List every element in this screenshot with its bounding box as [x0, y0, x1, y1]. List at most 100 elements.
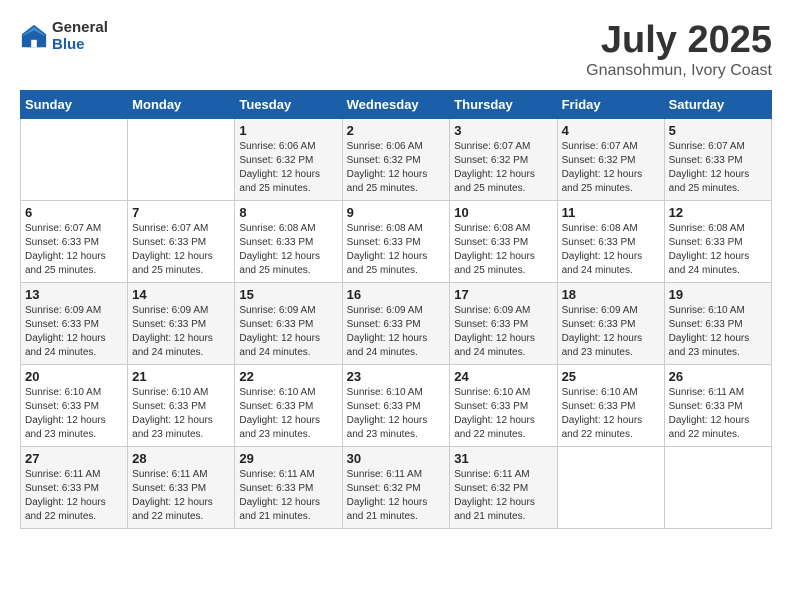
- calendar-cell: 20 Sunrise: 6:10 AM Sunset: 6:33 PM Dayli…: [21, 364, 128, 446]
- day-info: Sunrise: 6:11 AM Sunset: 6:32 PM Dayligh…: [347, 468, 446, 524]
- day-info: Sunrise: 6:09 AM Sunset: 6:33 PM Dayligh…: [25, 304, 123, 360]
- calendar-cell: 4 Sunrise: 6:07 AM Sunset: 6:32 PM Daylig…: [557, 118, 664, 200]
- logo-icon: [20, 23, 48, 51]
- day-number: 24: [454, 369, 552, 384]
- calendar-cell: 9Sunrise: 6:08 AM Sunset: 6:33 PM Daylig…: [342, 200, 450, 282]
- calendar-cell: 11 Sunrise: 6:08 AM Sunset: 6:33 PM Dayli…: [557, 200, 664, 282]
- calendar-table: SundayMondayTuesdayWednesdayThursdayFrid…: [20, 90, 772, 529]
- day-info: Sunrise: 6:07 AM Sunset: 6:33 PM Dayligh…: [25, 222, 123, 278]
- day-info: Sunrise: 6:11 AM Sunset: 6:32 PM Dayligh…: [454, 468, 552, 524]
- day-info: Sunrise: 6:11 AM Sunset: 6:33 PM Dayligh…: [239, 468, 337, 524]
- day-number: 31: [454, 451, 552, 466]
- calendar-cell: 3 Sunrise: 6:07 AM Sunset: 6:32 PM Daylig…: [450, 118, 557, 200]
- day-number: 3: [454, 123, 552, 138]
- day-number: 6: [25, 205, 123, 220]
- calendar-cell: 7Sunrise: 6:07 AM Sunset: 6:33 PM Daylig…: [128, 200, 235, 282]
- day-info: Sunrise: 6:10 AM Sunset: 6:33 PM Dayligh…: [347, 386, 446, 442]
- day-info: Sunrise: 6:08 AM Sunset: 6:33 PM Dayligh…: [562, 222, 660, 278]
- day-number: 17: [454, 287, 552, 302]
- day-info: Sunrise: 6:11 AM Sunset: 6:33 PM Dayligh…: [669, 386, 767, 442]
- day-info: Sunrise: 6:10 AM Sunset: 6:33 PM Dayligh…: [454, 386, 552, 442]
- calendar-cell: 30 Sunrise: 6:11 AM Sunset: 6:32 PM Dayli…: [342, 446, 450, 528]
- day-number: 19: [669, 287, 767, 302]
- weekday-header-friday: Friday: [557, 90, 664, 118]
- weekday-header-wednesday: Wednesday: [342, 90, 450, 118]
- day-info: Sunrise: 6:11 AM Sunset: 6:33 PM Dayligh…: [132, 468, 230, 524]
- calendar-cell: 2Sunrise: 6:06 AM Sunset: 6:32 PM Daylig…: [342, 118, 450, 200]
- calendar-cell: 14Sunrise: 6:09 AM Sunset: 6:33 PM Dayli…: [128, 282, 235, 364]
- calendar-cell: 15Sunrise: 6:09 AM Sunset: 6:33 PM Dayli…: [235, 282, 342, 364]
- day-info: Sunrise: 6:08 AM Sunset: 6:33 PM Dayligh…: [454, 222, 552, 278]
- day-number: 10: [454, 205, 552, 220]
- day-info: Sunrise: 6:06 AM Sunset: 6:32 PM Dayligh…: [239, 140, 337, 196]
- logo: General Blue: [20, 20, 108, 53]
- day-number: 27: [25, 451, 123, 466]
- calendar-cell: 21Sunrise: 6:10 AM Sunset: 6:33 PM Dayli…: [128, 364, 235, 446]
- weekday-header-row: SundayMondayTuesdayWednesdayThursdayFrid…: [21, 90, 772, 118]
- calendar-cell: 6 Sunrise: 6:07 AM Sunset: 6:33 PM Daylig…: [21, 200, 128, 282]
- day-number: 28: [132, 451, 230, 466]
- day-info: Sunrise: 6:07 AM Sunset: 6:32 PM Dayligh…: [454, 140, 552, 196]
- calendar-cell: 10 Sunrise: 6:08 AM Sunset: 6:33 PM Dayli…: [450, 200, 557, 282]
- calendar-cell: 17 Sunrise: 6:09 AM Sunset: 6:33 PM Dayli…: [450, 282, 557, 364]
- calendar-cell: 18 Sunrise: 6:09 AM Sunset: 6:33 PM Dayli…: [557, 282, 664, 364]
- calendar-title: July 2025: [586, 20, 772, 62]
- day-info: Sunrise: 6:08 AM Sunset: 6:33 PM Dayligh…: [347, 222, 446, 278]
- calendar-cell: 23 Sunrise: 6:10 AM Sunset: 6:33 PM Dayli…: [342, 364, 450, 446]
- day-number: 18: [562, 287, 660, 302]
- day-info: Sunrise: 6:10 AM Sunset: 6:33 PM Dayligh…: [239, 386, 337, 442]
- day-info: Sunrise: 6:08 AM Sunset: 6:33 PM Dayligh…: [669, 222, 767, 278]
- day-info: Sunrise: 6:07 AM Sunset: 6:33 PM Dayligh…: [669, 140, 767, 196]
- day-number: 23: [347, 369, 446, 384]
- day-number: 21: [132, 369, 230, 384]
- calendar-subtitle: Gnansohmun, Ivory Coast: [586, 62, 772, 80]
- calendar-cell: 24 Sunrise: 6:10 AM Sunset: 6:33 PM Dayli…: [450, 364, 557, 446]
- day-number: 30: [347, 451, 446, 466]
- calendar-cell: [557, 446, 664, 528]
- weekday-header-saturday: Saturday: [664, 90, 771, 118]
- calendar-cell: 29 Sunrise: 6:11 AM Sunset: 6:33 PM Dayli…: [235, 446, 342, 528]
- weekday-header-tuesday: Tuesday: [235, 90, 342, 118]
- calendar-cell: 27 Sunrise: 6:11 AM Sunset: 6:33 PM Dayli…: [21, 446, 128, 528]
- day-number: 29: [239, 451, 337, 466]
- day-info: Sunrise: 6:06 AM Sunset: 6:32 PM Dayligh…: [347, 140, 446, 196]
- day-number: 4: [562, 123, 660, 138]
- calendar-cell: 28 Sunrise: 6:11 AM Sunset: 6:33 PM Dayli…: [128, 446, 235, 528]
- day-number: 26: [669, 369, 767, 384]
- day-info: Sunrise: 6:10 AM Sunset: 6:33 PM Dayligh…: [25, 386, 123, 442]
- logo-blue: Blue: [52, 37, 108, 54]
- day-number: 20: [25, 369, 123, 384]
- calendar-week-row: 27 Sunrise: 6:11 AM Sunset: 6:33 PM Dayli…: [21, 446, 772, 528]
- day-number: 13: [25, 287, 123, 302]
- title-block: July 2025 Gnansohmun, Ivory Coast: [586, 20, 772, 80]
- day-number: 16: [347, 287, 446, 302]
- day-number: 15: [239, 287, 337, 302]
- logo-text: General Blue: [52, 20, 108, 53]
- day-info: Sunrise: 6:09 AM Sunset: 6:33 PM Dayligh…: [562, 304, 660, 360]
- calendar-cell: 8 Sunrise: 6:08 AM Sunset: 6:33 PM Daylig…: [235, 200, 342, 282]
- logo-general: General: [52, 20, 108, 37]
- calendar-cell: 22 Sunrise: 6:10 AM Sunset: 6:33 PM Dayli…: [235, 364, 342, 446]
- calendar-cell: 26 Sunrise: 6:11 AM Sunset: 6:33 PM Dayli…: [664, 364, 771, 446]
- day-number: 22: [239, 369, 337, 384]
- calendar-cell: 19Sunrise: 6:10 AM Sunset: 6:33 PM Dayli…: [664, 282, 771, 364]
- calendar-cell: 16Sunrise: 6:09 AM Sunset: 6:33 PM Dayli…: [342, 282, 450, 364]
- calendar-cell: 1 Sunrise: 6:06 AM Sunset: 6:32 PM Daylig…: [235, 118, 342, 200]
- day-number: 1: [239, 123, 337, 138]
- calendar-cell: 12 Sunrise: 6:08 AM Sunset: 6:33 PM Dayli…: [664, 200, 771, 282]
- calendar-cell: 31 Sunrise: 6:11 AM Sunset: 6:32 PM Dayli…: [450, 446, 557, 528]
- weekday-header-monday: Monday: [128, 90, 235, 118]
- calendar-cell: [664, 446, 771, 528]
- day-number: 11: [562, 205, 660, 220]
- day-info: Sunrise: 6:11 AM Sunset: 6:33 PM Dayligh…: [25, 468, 123, 524]
- day-info: Sunrise: 6:08 AM Sunset: 6:33 PM Dayligh…: [239, 222, 337, 278]
- calendar-week-row: 1 Sunrise: 6:06 AM Sunset: 6:32 PM Daylig…: [21, 118, 772, 200]
- calendar-cell: [128, 118, 235, 200]
- day-info: Sunrise: 6:07 AM Sunset: 6:32 PM Dayligh…: [562, 140, 660, 196]
- day-number: 12: [669, 205, 767, 220]
- day-info: Sunrise: 6:09 AM Sunset: 6:33 PM Dayligh…: [132, 304, 230, 360]
- day-number: 7: [132, 205, 230, 220]
- day-info: Sunrise: 6:09 AM Sunset: 6:33 PM Dayligh…: [454, 304, 552, 360]
- day-number: 8: [239, 205, 337, 220]
- calendar-cell: 25Sunrise: 6:10 AM Sunset: 6:33 PM Dayli…: [557, 364, 664, 446]
